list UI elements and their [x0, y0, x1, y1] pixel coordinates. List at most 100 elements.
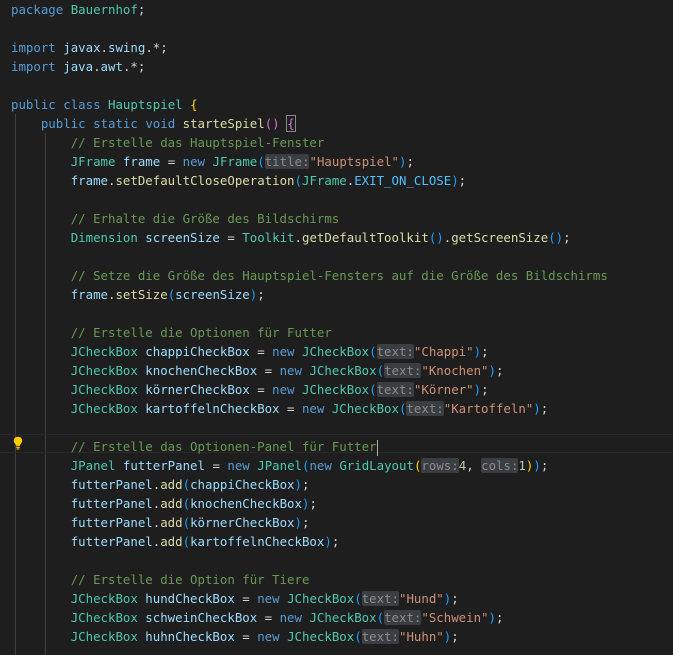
code-token: frame: [122, 154, 161, 169]
code-line[interactable]: // Erstelle die Option für Tiere: [11, 570, 310, 589]
code-token: (: [354, 591, 362, 606]
code-token: =: [234, 629, 258, 644]
code-token: .*;: [145, 40, 168, 55]
code-token: ): [451, 173, 459, 188]
code-token: (: [376, 363, 385, 378]
code-line[interactable]: Dimension screenSize = Toolkit.getDefaul…: [11, 228, 571, 247]
code-token: (: [369, 382, 377, 397]
code-token: Dimension: [70, 230, 138, 245]
code-token: Hauptspiel: [108, 97, 183, 112]
code-token: ;: [481, 344, 489, 359]
code-line[interactable]: JCheckBox huhnCheckBox = new JCheckBox(t…: [11, 627, 459, 646]
code-token: ): [533, 458, 541, 473]
code-token: swing: [108, 40, 146, 55]
code-token: // Erstelle das Optionen-Panel für Futte…: [70, 439, 377, 454]
code-token: ): [533, 401, 541, 416]
code-line[interactable]: frame.setSize(screenSize);: [11, 285, 265, 304]
code-token: JCheckBox: [309, 363, 377, 378]
code-editor[interactable]: package Bauernhof; import javax.swing.*; i…: [0, 0, 673, 655]
code-token: ): [294, 515, 302, 530]
code-token: new: [272, 344, 295, 359]
inlay-hint: text:: [361, 591, 399, 606]
code-line[interactable]: package Bauernhof;: [11, 0, 145, 19]
code-line[interactable]: JCheckBox chappiCheckBox = new JCheckBox…: [11, 342, 489, 361]
code-token: JFrame: [212, 154, 258, 169]
code-token: add: [160, 515, 183, 530]
code-token: ;: [406, 154, 414, 169]
code-line[interactable]: // Erstelle das Hauptspiel-Fenster: [11, 133, 325, 152]
code-line[interactable]: JCheckBox kartoffelnCheckBox = new JChec…: [11, 399, 548, 418]
code-token: getScreenSize: [451, 230, 549, 245]
code-line[interactable]: import java.awt.*;: [11, 57, 145, 76]
code-token: =: [279, 401, 302, 416]
code-line[interactable]: futterPanel.add(körnerCheckBox);: [11, 513, 310, 532]
code-token: =: [249, 382, 273, 397]
code-token: screenSize: [175, 287, 250, 302]
code-line[interactable]: futterPanel.add(kartoffelnCheckBox);: [11, 532, 340, 551]
code-token: ;: [563, 230, 571, 245]
inlay-hint: text:: [384, 610, 422, 625]
code-token: ;: [301, 477, 310, 492]
code-token: (: [257, 154, 265, 169]
code-token: add: [160, 534, 183, 549]
code-token: JCheckBox: [70, 401, 138, 416]
code-line[interactable]: frame.setDefaultCloseOperation(JFrame.EX…: [11, 171, 466, 190]
inlay-hint: title:: [264, 154, 310, 169]
code-line[interactable]: futterPanel.add(knochenCheckBox);: [11, 494, 317, 513]
code-token: GridLayout: [339, 458, 414, 473]
code-line[interactable]: // Erstelle das Optionen-Panel für Futte…: [11, 437, 378, 456]
code-line[interactable]: // Erhalte die Größe des Bildschirms: [11, 209, 340, 228]
code-token: // Setze die Größe des Hauptspiel-Fenste…: [70, 268, 608, 283]
code-token: frame: [70, 287, 108, 302]
code-line[interactable]: // Erstelle die Optionen für Futter: [11, 323, 332, 342]
code-token: new: [309, 458, 332, 473]
code-token: JCheckBox: [70, 610, 138, 625]
code-line[interactable]: // Setze die Größe des Hauptspiel-Fenste…: [11, 266, 608, 285]
code-token: "Schwein": [421, 610, 489, 625]
code-token: static: [93, 116, 138, 131]
code-token: JCheckBox: [287, 629, 355, 644]
code-token: (): [548, 230, 564, 245]
code-token: JCheckBox: [301, 344, 370, 359]
code-token: void: [145, 116, 176, 131]
code-token: ;: [495, 363, 504, 378]
code-line[interactable]: JPanel futterPanel = new JPanel(new Grid…: [11, 456, 548, 475]
code-token: ;: [495, 610, 504, 625]
code-token: add: [160, 477, 183, 492]
code-line[interactable]: JFrame frame = new JFrame(title:"Hauptsp…: [11, 152, 414, 171]
code-line[interactable]: futterPanel.add(chappiCheckBox);: [11, 475, 310, 494]
code-line[interactable]: JCheckBox körnerCheckBox = new JCheckBox…: [11, 380, 489, 399]
code-token: ;: [458, 173, 467, 188]
code-token: EXIT_ON_CLOSE: [354, 173, 452, 188]
code-token: =: [257, 363, 280, 378]
code-line[interactable]: JCheckBox schweinCheckBox = new JCheckBo…: [11, 608, 503, 627]
code-line[interactable]: JCheckBox knochenCheckBox = new JCheckBo…: [11, 361, 503, 380]
code-token: (: [182, 496, 191, 511]
code-token: ;: [331, 534, 340, 549]
code-token: futterPanel: [70, 477, 153, 492]
code-line[interactable]: JCheckBox hundCheckBox = new JCheckBox(t…: [11, 589, 459, 608]
code-token: =: [204, 458, 228, 473]
code-token: kartoffelnCheckBox: [145, 401, 280, 416]
code-token: (: [182, 477, 191, 492]
code-token: new: [257, 629, 280, 644]
code-token: // Erstelle die Optionen für Futter: [70, 325, 332, 340]
code-line[interactable]: public class Hauptspiel {: [11, 95, 198, 114]
code-line[interactable]: public static void starteSpiel() {: [11, 114, 296, 133]
code-line[interactable]: import javax.swing.*;: [11, 38, 168, 57]
